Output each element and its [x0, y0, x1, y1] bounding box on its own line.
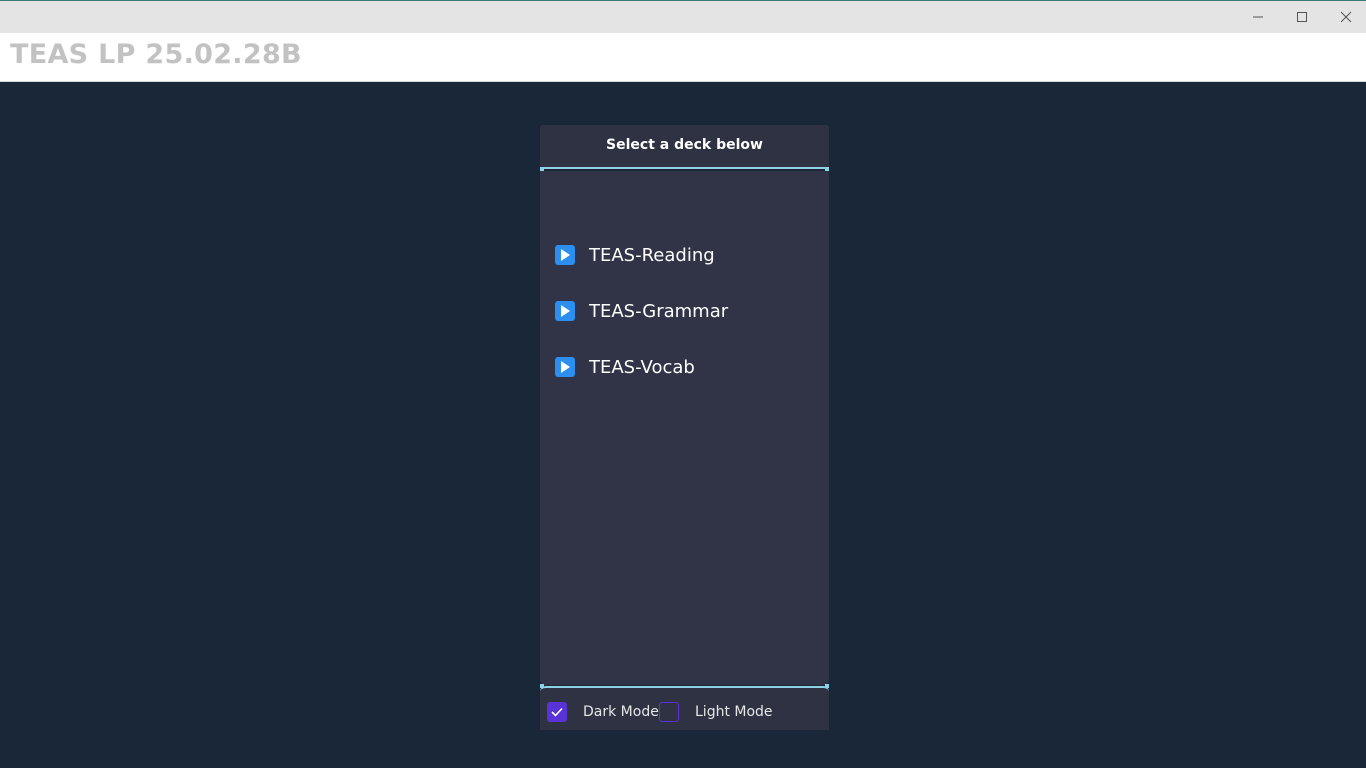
minimize-button[interactable] [1238, 5, 1278, 29]
checkmark-icon [551, 707, 563, 717]
theme-toggle-bar: Dark Mode Light Mode [540, 684, 829, 730]
dark-mode-label[interactable]: Dark Mode [583, 704, 659, 720]
play-icon[interactable] [555, 245, 575, 265]
dark-mode-checkbox[interactable] [547, 702, 567, 722]
deck-label: TEAS-Grammar [589, 300, 729, 322]
window-titlebar [0, 0, 1366, 33]
maximize-icon [1297, 12, 1307, 22]
light-mode-label[interactable]: Light Mode [695, 704, 773, 720]
deck-selector-panel: Select a deck below TEAS-Reading TEAS-Gr… [540, 125, 829, 730]
maximize-button[interactable] [1282, 5, 1322, 29]
panel-title: Select a deck below [606, 137, 763, 153]
app-header: TEAS LP 25.02.28B [0, 33, 1366, 82]
deck-item-teas-reading[interactable]: TEAS-Reading [540, 235, 829, 275]
panel-header: Select a deck below [540, 125, 829, 171]
close-icon [1340, 11, 1352, 23]
deck-item-teas-vocab[interactable]: TEAS-Vocab [540, 347, 829, 387]
minimize-icon [1253, 16, 1263, 18]
close-button[interactable] [1326, 5, 1366, 29]
app-title: TEAS LP 25.02.28B [10, 39, 302, 70]
deck-label: TEAS-Reading [589, 244, 715, 266]
deck-label: TEAS-Vocab [589, 356, 695, 378]
light-mode-checkbox[interactable] [659, 702, 679, 722]
deck-list: TEAS-Reading TEAS-Grammar TEAS-Vocab [540, 171, 829, 685]
play-icon[interactable] [555, 357, 575, 377]
deck-item-teas-grammar[interactable]: TEAS-Grammar [540, 291, 829, 331]
play-icon[interactable] [555, 301, 575, 321]
